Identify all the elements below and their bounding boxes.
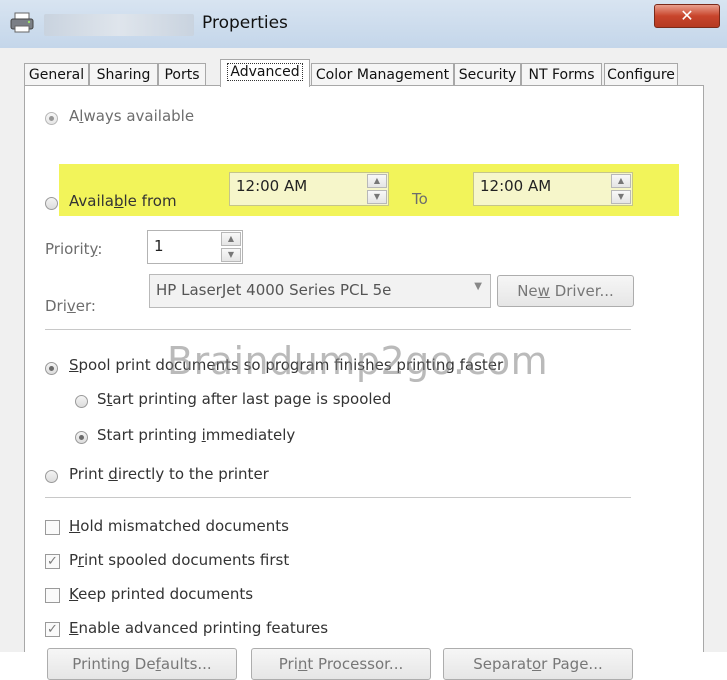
start-immediately-radio[interactable] <box>75 431 88 444</box>
available-to-spinner[interactable]: ▲ ▼ <box>611 174 631 204</box>
driver-selected-value: HP LaserJet 4000 Series PCL 5e <box>156 281 392 299</box>
driver-label: Driver: <box>45 297 96 315</box>
spool-radio[interactable] <box>45 362 58 375</box>
always-available-radio[interactable] <box>45 112 58 125</box>
available-from-spinner[interactable]: ▲ ▼ <box>367 174 387 204</box>
title-printer-name-blurred <box>44 14 194 36</box>
close-button[interactable]: ✕ <box>654 4 720 28</box>
watermark-text: Braindump2go.com <box>167 339 549 383</box>
tab-general[interactable]: General <box>24 63 89 86</box>
chevron-down-icon: ▼ <box>474 281 482 292</box>
tab-advanced-label: Advanced <box>227 63 303 81</box>
tab-advanced[interactable]: Advanced <box>220 59 310 87</box>
keep-printed-label: Keep printed documents <box>69 585 254 603</box>
always-available-label: Always available <box>69 107 195 125</box>
print-directly-label: Print directly to the printer <box>69 465 269 483</box>
enable-advanced-checkbox[interactable]: ✓ <box>45 622 60 637</box>
tab-ports[interactable]: Ports <box>158 63 206 86</box>
dialog-client-area: General Sharing Ports Advanced Color Man… <box>0 48 727 680</box>
printing-defaults-button[interactable]: Printing Defaults... <box>47 648 237 680</box>
start-after-last-page-label: Start printing after last page is spoole… <box>97 390 392 408</box>
tab-nt-forms[interactable]: NT Forms <box>521 63 602 86</box>
priority-spinner[interactable]: ▲ ▼ <box>221 232 241 262</box>
advanced-panel: Always available Available from 12:00 AM… <box>24 85 704 680</box>
available-to-time-field[interactable]: 12:00 AM <box>473 172 633 206</box>
available-from-radio[interactable] <box>45 197 58 210</box>
tab-security[interactable]: Security <box>454 63 521 86</box>
available-from-label: Available from <box>69 192 177 210</box>
priority-label: Priority: <box>45 240 103 258</box>
start-after-last-page-radio[interactable] <box>75 395 88 408</box>
hold-mismatched-label: Hold mismatched documents <box>69 517 289 535</box>
tab-configure[interactable]: Configure <box>604 63 678 86</box>
keep-printed-checkbox[interactable] <box>45 588 60 603</box>
to-label: To <box>412 190 428 208</box>
separator-1 <box>45 329 631 330</box>
print-spooled-first-label: Print spooled documents first <box>69 551 290 569</box>
new-driver-button[interactable]: New Driver... <box>497 275 634 307</box>
separator-page-button[interactable]: Separator Page... <box>443 648 633 680</box>
tab-color-management[interactable]: Color Management <box>311 63 454 86</box>
driver-dropdown[interactable]: HP LaserJet 4000 Series PCL 5e ▼ <box>149 274 491 308</box>
start-immediately-label: Start printing immediately <box>97 426 296 444</box>
print-processor-button[interactable]: Print Processor... <box>251 648 431 680</box>
title-bar: Properties ✕ <box>0 0 727 49</box>
window-title: Properties <box>202 13 288 33</box>
available-from-time-field[interactable]: 12:00 AM <box>229 172 389 206</box>
hold-mismatched-checkbox[interactable] <box>45 520 60 535</box>
separator-2 <box>45 497 631 498</box>
enable-advanced-label: Enable advanced printing features <box>69 619 329 637</box>
print-directly-radio[interactable] <box>45 470 58 483</box>
printer-icon <box>10 12 34 33</box>
print-spooled-first-checkbox[interactable]: ✓ <box>45 554 60 569</box>
tab-sharing[interactable]: Sharing <box>89 63 158 86</box>
